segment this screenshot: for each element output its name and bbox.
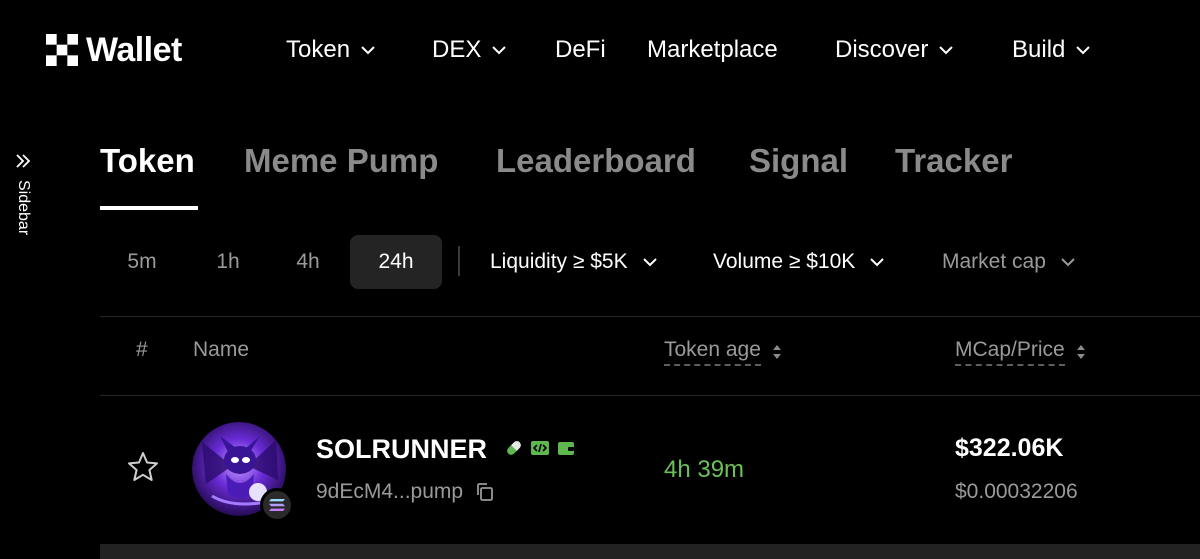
table-row[interactable]: SOLRUNNER 9dEcM4...pump 4h 39m $322.06K … [100, 396, 1200, 546]
liquidity-filter-label: Liquidity ≥ $5K [490, 250, 628, 273]
token-address-text: 9dEcM4...pump [316, 480, 464, 503]
copy-icon[interactable] [475, 482, 495, 502]
timeframe-1h[interactable]: 1h [196, 235, 260, 289]
chevron-down-icon [1061, 258, 1075, 267]
timeframe-24h[interactable]: 24h [350, 235, 442, 289]
nav-item-label: Build [1012, 36, 1066, 63]
active-tab-indicator [100, 206, 198, 210]
column-header-token-age[interactable]: Token age [664, 338, 783, 366]
chevron-down-icon [492, 46, 507, 55]
tab-token[interactable]: Token [100, 142, 195, 180]
filter-bar: 5m 1h 4h 24h Liquidity ≥ $5K Volume ≥ $1… [100, 234, 1200, 290]
market-cap-value: $322.06K [955, 434, 1064, 462]
table-row-partial [100, 544, 1200, 559]
token-table: # Name Token age MCap/Price SOLRUNNER 9d… [100, 316, 1200, 559]
chevron-down-icon [361, 46, 375, 55]
nav-item-build[interactable]: Build [1012, 35, 1091, 65]
timeframe-4h[interactable]: 4h [276, 235, 340, 289]
market-cap-filter-dropdown[interactable]: Market cap [942, 235, 1076, 289]
nav-item-label: Discover [835, 36, 929, 63]
sidebar-label: Sidebar [15, 180, 32, 236]
token-name[interactable]: SOLRUNNER [316, 434, 487, 465]
token-badges [504, 438, 576, 458]
chevron-down-icon [870, 258, 885, 267]
column-header-mcap-price[interactable]: MCap/Price [955, 338, 1087, 366]
star-icon[interactable] [126, 450, 160, 484]
price-value: $0.00032206 [955, 480, 1078, 503]
nav-item-defi[interactable]: DeFi [555, 35, 606, 65]
main-tabs: Token Meme Pump Leaderboard Signal Track… [100, 140, 1100, 215]
nav-item-label: DeFi [555, 36, 606, 63]
token-age-value: 4h 39m [664, 456, 745, 483]
column-header-rank: # [136, 338, 148, 361]
sort-icon [772, 345, 781, 359]
market-cap-filter-label: Market cap [942, 250, 1046, 273]
tab-leaderboard[interactable]: Leaderboard [496, 142, 696, 180]
chevron-down-icon [642, 258, 657, 267]
solana-chain-badge [260, 488, 294, 522]
sidebar-toggle[interactable]: Sidebar [8, 150, 38, 250]
volume-filter-dropdown[interactable]: Volume ≥ $10K [713, 235, 885, 289]
nav-item-label: Token [286, 36, 351, 63]
code-icon [531, 441, 549, 455]
chevron-down-icon [939, 46, 954, 55]
double-chevron-right-icon [16, 154, 31, 168]
tab-meme-pump[interactable]: Meme Pump [244, 142, 438, 180]
table-top-divider [100, 316, 1200, 317]
wallet-icon [558, 442, 574, 455]
pill-icon [507, 441, 521, 455]
nav-item-label: Marketplace [647, 36, 778, 63]
nav-item-marketplace[interactable]: Marketplace [647, 35, 778, 65]
filter-divider [458, 246, 460, 276]
tab-signal[interactable]: Signal [749, 142, 848, 180]
volume-filter-label: Volume ≥ $10K [713, 250, 856, 273]
sort-icon [1076, 345, 1085, 359]
brand-logo[interactable]: Wallet [46, 30, 182, 70]
column-header-token-age-label: Token age [664, 338, 761, 366]
nav-item-label: DEX [432, 36, 482, 63]
top-navigation: Wallet Token DEX DeFi Marketplace Discov… [0, 0, 1200, 100]
timeframe-5m[interactable]: 5m [110, 235, 174, 289]
nav-item-dex[interactable]: DEX [432, 35, 507, 65]
column-header-name: Name [193, 338, 250, 361]
tab-tracker[interactable]: Tracker [895, 142, 1012, 180]
nav-item-token[interactable]: Token [286, 35, 376, 65]
chevron-down-icon [1076, 46, 1091, 55]
okx-logo-icon [46, 34, 78, 66]
liquidity-filter-dropdown[interactable]: Liquidity ≥ $5K [490, 235, 658, 289]
nav-item-discover[interactable]: Discover [835, 35, 954, 65]
token-address: 9dEcM4...pump [316, 480, 495, 504]
column-header-mcap-price-label: MCap/Price [955, 338, 1065, 366]
solana-icon [269, 499, 285, 511]
brand-name: Wallet [86, 30, 182, 69]
